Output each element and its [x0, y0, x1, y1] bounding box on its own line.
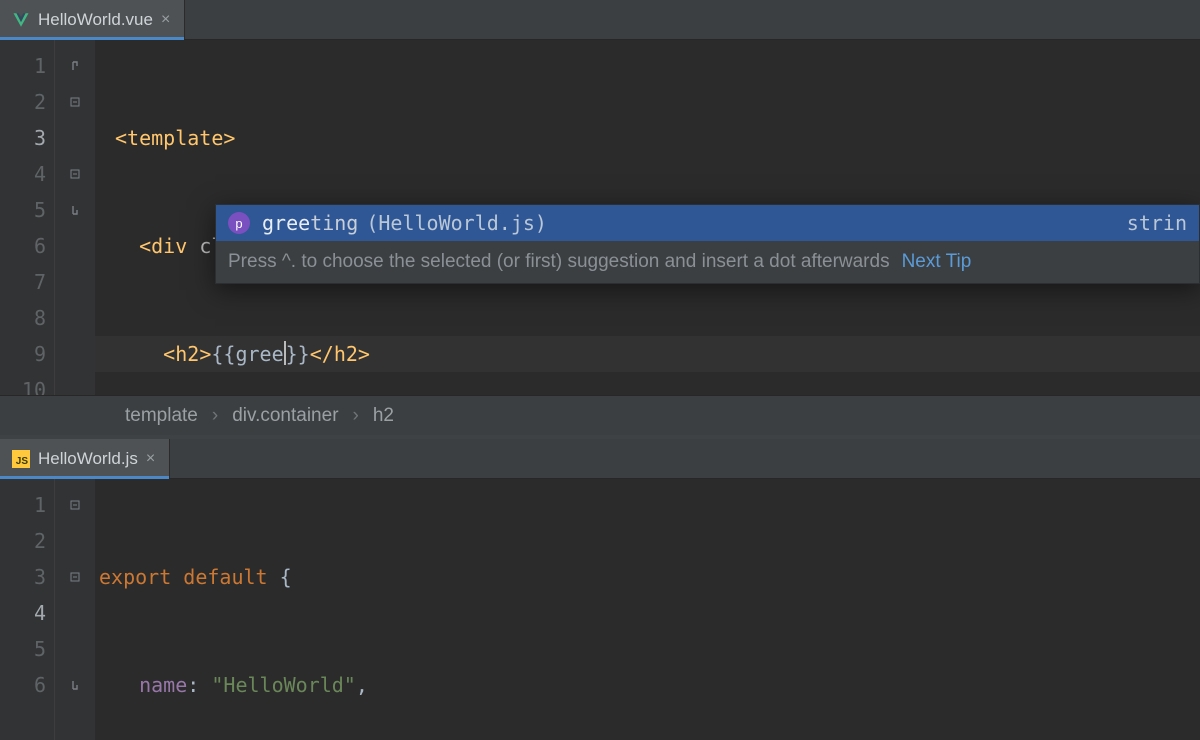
fold-icon[interactable]: [55, 84, 95, 120]
tab-bar-top: HelloWorld.vue ×: [0, 0, 1200, 40]
line-number: 5: [0, 192, 46, 228]
completion-type: strin: [1107, 211, 1187, 235]
line-number: 1: [0, 487, 46, 523]
line-number: 4: [0, 156, 46, 192]
line-number: 2: [0, 84, 46, 120]
line-number: 10: [0, 372, 46, 395]
fold-icon[interactable]: [55, 192, 95, 228]
line-number: 4: [0, 595, 46, 631]
completion-source: (HelloWorld.js): [366, 211, 547, 235]
breadcrumb-bar: template › div.container › h2: [0, 395, 1200, 435]
fold-icon[interactable]: [55, 487, 95, 523]
fold-icon[interactable]: [55, 156, 95, 192]
gutter-top: 1 2 3 4 5 6 7 8 9 10: [0, 40, 55, 395]
editor-pane-bottom: JS HelloWorld.js × 1 2 3 4 5 6: [0, 439, 1200, 740]
line-number: 1: [0, 48, 46, 84]
tab-bar-bottom: JS HelloWorld.js ×: [0, 439, 1200, 479]
breadcrumb-item[interactable]: div.container: [232, 405, 338, 427]
close-icon[interactable]: ×: [161, 11, 170, 29]
code-area-bottom[interactable]: 1 2 3 4 5 6 export default { name: "Hell…: [0, 479, 1200, 740]
vue-file-icon: [12, 11, 30, 29]
fold-column-bottom: [55, 479, 95, 740]
completion-tip: Press ^. to choose the selected (or firs…: [216, 241, 1199, 283]
tab-label: HelloWorld.vue: [38, 10, 153, 30]
fold-icon[interactable]: [55, 48, 95, 84]
code-line[interactable]: <template>: [95, 120, 1200, 156]
chevron-right-icon: ›: [212, 405, 218, 427]
completion-prefix: gree: [262, 211, 310, 235]
tab-helloworld-js[interactable]: JS HelloWorld.js ×: [0, 439, 170, 478]
property-badge-icon: p: [228, 212, 250, 234]
completion-rest: ting: [310, 211, 358, 235]
fold-column-top: [55, 40, 95, 395]
completion-item[interactable]: p greeting (HelloWorld.js) strin: [216, 205, 1199, 241]
chevron-right-icon: ›: [353, 405, 359, 427]
ide-root: HelloWorld.vue × 1 2 3 4 5 6 7 8 9 10: [0, 0, 1200, 740]
line-number: 5: [0, 631, 46, 667]
close-icon[interactable]: ×: [146, 450, 155, 468]
tab-helloworld-vue[interactable]: HelloWorld.vue ×: [0, 0, 185, 39]
code-body-bottom[interactable]: export default { name: "HelloWorld", pro…: [95, 479, 1200, 740]
completion-tip-text: Press ^. to choose the selected (or firs…: [228, 251, 890, 273]
editor-pane-top: HelloWorld.vue × 1 2 3 4 5 6 7 8 9 10: [0, 0, 1200, 435]
line-number: 3: [0, 559, 46, 595]
line-number: 6: [0, 667, 46, 703]
line-number: 7: [0, 264, 46, 300]
breadcrumb-item[interactable]: h2: [373, 405, 394, 427]
fold-icon[interactable]: [55, 559, 95, 595]
code-line-current[interactable]: <h2>{{gree}}</h2>: [95, 336, 1200, 372]
tab-label: HelloWorld.js: [38, 449, 138, 469]
breadcrumb-item[interactable]: template: [125, 405, 198, 427]
js-file-icon: JS: [12, 450, 30, 468]
line-number: 3: [0, 120, 46, 156]
completion-popup: p greeting (HelloWorld.js) strin Press ^…: [215, 204, 1200, 284]
code-line[interactable]: export default {: [95, 559, 1200, 595]
code-line[interactable]: name: "HelloWorld",: [95, 667, 1200, 703]
line-number: 2: [0, 523, 46, 559]
line-number: 8: [0, 300, 46, 336]
line-number: 6: [0, 228, 46, 264]
code-area-top[interactable]: 1 2 3 4 5 6 7 8 9 10 <template> <di: [0, 40, 1200, 395]
fold-icon[interactable]: [55, 667, 95, 703]
line-number: 9: [0, 336, 46, 372]
gutter-bottom: 1 2 3 4 5 6: [0, 479, 55, 740]
next-tip-link[interactable]: Next Tip: [902, 251, 972, 273]
